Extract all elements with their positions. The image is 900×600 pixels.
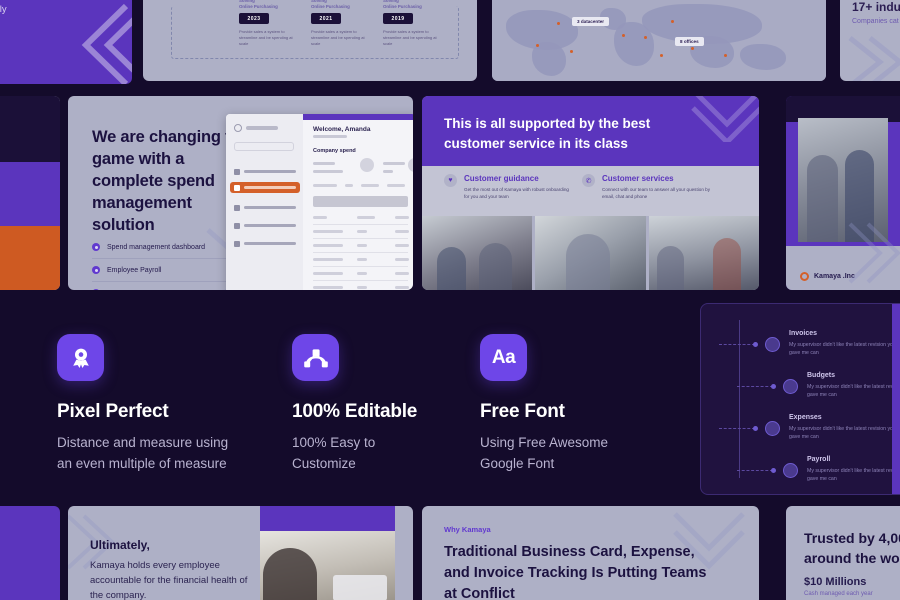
feature-pixel-perfect: Pixel Perfect Distance and measure using… xyxy=(57,334,228,474)
slide-thumbnail-color-strips[interactable]: edit & d in the one ge to books ath d sp… xyxy=(0,96,60,290)
slide-thumbnail-notifications-panel[interactable]: Invoices My supervisor didn't like the l… xyxy=(700,303,900,495)
strip-purple: ge to books ath xyxy=(0,162,60,226)
dashboard-sidebar xyxy=(226,114,303,290)
chevron-ornament-icon xyxy=(846,32,900,81)
industries-subtext: Companies cat xyxy=(852,18,899,25)
bullet-dot-icon xyxy=(92,243,100,251)
timeline-node: Solving Online Purchasing 2019 Provide sa… xyxy=(383,0,437,46)
dashboard-menu-dashboard[interactable] xyxy=(234,166,296,177)
stat-value: $10 Millions xyxy=(804,576,867,588)
timeline-graphic: Solving Online Purchasing 2023 Provide sa… xyxy=(143,0,477,81)
chevron-ornament-icon xyxy=(669,508,749,570)
slide-thumbnail-number-strip[interactable]: mber xyxy=(0,506,60,600)
customer-service-cards: ♥ Customer guidance Get the most out of … xyxy=(422,166,759,216)
phone-icon: ✆ xyxy=(582,174,595,187)
customer-card: ✆ Customer services Connect with our tea… xyxy=(582,174,712,200)
dashboard-logo xyxy=(234,124,278,132)
avatar xyxy=(765,421,780,436)
feature-description: Using Free Awesome Google Font xyxy=(480,435,609,471)
chevron-ornament-icon xyxy=(846,218,900,288)
feature-title: 100% Editable xyxy=(292,401,418,422)
feature-title: Pixel Perfect xyxy=(57,401,169,422)
template-showcase: re, you simply om complex SolvingOnline … xyxy=(0,0,900,600)
timeline-node: Solving Online Purchasing 2021 Provide sa… xyxy=(311,0,365,46)
badge-award-icon xyxy=(57,334,104,381)
feature-description: Distance and measure using an even multi… xyxy=(57,435,229,471)
slide-thumbnail-why-kamaya[interactable]: Why Kamaya Traditional Business Card, Ex… xyxy=(422,506,759,600)
slide-thumbnail-industries[interactable]: 17+ indu Companies cat xyxy=(840,0,900,81)
dashboard-menu-spend[interactable] xyxy=(230,182,300,193)
dashboard-welcome-text: Welcome, Amanda xyxy=(313,126,371,133)
stat-label: Cash managed each year xyxy=(804,591,873,597)
avatar xyxy=(783,463,798,478)
feature-free-font: Aa Free Font Using Free Awesome Google F… xyxy=(480,334,608,474)
dashboard-menu-settings[interactable] xyxy=(234,238,296,249)
feature-title: Free Font xyxy=(480,401,565,422)
slide-thumbnail-worldmap[interactable]: 3 datacenter 8 offices xyxy=(492,0,826,81)
why-kamaya-kicker: Why Kamaya xyxy=(444,525,491,534)
slide-thumbnail-kamaya-inc[interactable]: Kamaya .Inc GC I ab to ers ma 20 Re xyxy=(786,96,900,290)
slide-intro-text: re, you simply om complex xyxy=(0,4,7,15)
customer-service-header: This is all supported by the best custom… xyxy=(422,96,759,166)
dashboard-section-title: Company spend xyxy=(313,148,356,154)
pen-tool-icon xyxy=(292,334,339,381)
slide-thumbnail-ultimately[interactable]: Ultimately, Kamaya holds every employee … xyxy=(68,506,413,600)
avatar xyxy=(783,379,798,394)
dashboard-main: Welcome, Amanda Company spend xyxy=(303,114,413,290)
bullet-dot-icon xyxy=(92,289,100,290)
feature-description: 100% Easy to Customize xyxy=(292,435,376,471)
font-aa-icon: Aa xyxy=(480,334,527,381)
slide-thumbnail-customer-service[interactable]: This is all supported by the best custom… xyxy=(422,96,759,290)
ultimately-body: Kamaya holds every employee accountable … xyxy=(90,560,248,600)
customer-service-photos xyxy=(422,216,759,290)
avatar xyxy=(765,337,780,352)
map-tooltip-datacenter: 3 datacenter xyxy=(572,17,610,26)
trusted-headline: Trusted by 4,000 around the worl xyxy=(804,530,900,566)
slide-thumbnail-intro[interactable]: re, you simply om complex xyxy=(0,0,132,84)
timeline-node: Solving Online Purchasing 2023 Provide sa… xyxy=(239,0,293,46)
slide-thumbnail-trusted-stats[interactable]: Trusted by 4,000 around the worl $10 Mil… xyxy=(786,506,900,600)
photo-woman-laptop xyxy=(260,531,395,600)
dashboard-menu-reports[interactable] xyxy=(234,202,296,213)
photo-headset-agent xyxy=(535,216,646,290)
dashboard-menu-employees[interactable] xyxy=(234,220,296,231)
strip-orange: d spend ense ror xyxy=(0,226,60,290)
slide-thumbnail-timeline[interactable]: Solving Online Purchasing 2023 Provide sa… xyxy=(143,0,477,81)
chevron-ornament-icon xyxy=(56,2,132,84)
chevron-ornament-icon xyxy=(687,96,759,142)
photo-team-desk xyxy=(422,216,533,290)
heart-icon: ♥ xyxy=(444,174,457,187)
panel-right-card: U P b xyxy=(892,304,900,494)
dashboard-search-input[interactable] xyxy=(234,142,294,151)
kamaya-footer: Kamaya .Inc xyxy=(786,222,900,290)
slide-thumbnail-spend-management[interactable]: We are changing the game with a complete… xyxy=(68,96,413,290)
world-map-graphic: 3 datacenter 8 offices xyxy=(492,0,826,81)
customer-service-headline: This is all supported by the best custom… xyxy=(444,116,651,151)
strip-dark: edit & d in the one xyxy=(0,96,60,162)
industries-headline: 17+ indu xyxy=(852,0,900,14)
kamaya-mark-icon xyxy=(800,272,809,281)
customer-card: ♥ Customer guidance Get the most out of … xyxy=(444,174,574,200)
feature-editable: 100% Editable 100% Easy to Customize xyxy=(292,334,417,474)
bullet-dot-icon xyxy=(92,266,100,274)
map-tooltip-offices: 8 offices xyxy=(675,37,704,46)
ultimately-headline: Ultimately, xyxy=(90,538,150,552)
photo-call-center xyxy=(648,216,759,290)
dashboard-mockup: Welcome, Amanda Company spend xyxy=(226,114,413,290)
